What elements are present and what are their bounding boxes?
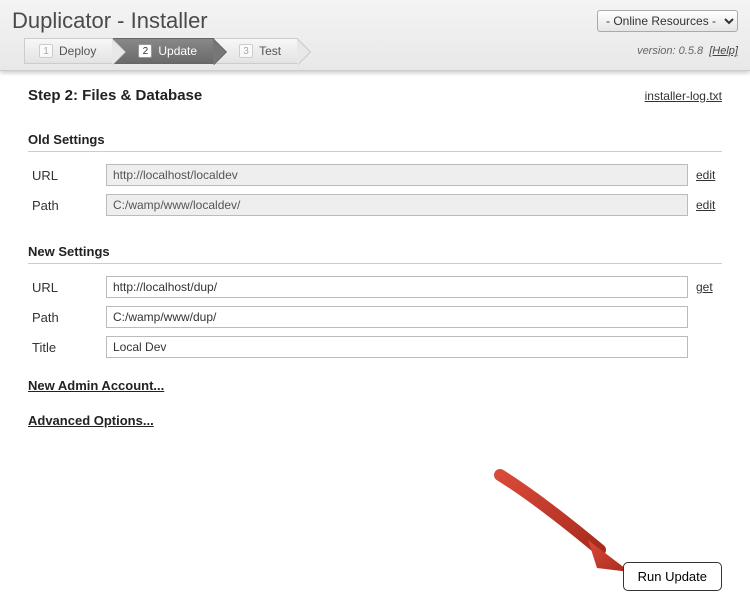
old-path-row: Path edit <box>28 194 722 216</box>
header: Duplicator - Installer - Online Resource… <box>0 0 750 71</box>
step-label: Update <box>158 38 197 64</box>
new-admin-account-link[interactable]: New Admin Account... <box>28 378 722 393</box>
new-url-get-link[interactable]: get <box>696 280 722 294</box>
old-url-edit-link[interactable]: edit <box>696 168 722 182</box>
step-label: Test <box>259 38 281 64</box>
installer-log-link[interactable]: installer-log.txt <box>645 89 722 103</box>
main-content: Step 2: Files & Database installer-log.t… <box>0 71 750 444</box>
new-path-label: Path <box>28 310 106 325</box>
new-url-input[interactable] <box>106 276 688 298</box>
new-settings-title: New Settings <box>28 244 722 264</box>
header-bottom: 1 Deploy 2 Update 3 Test version: 0.5.8 … <box>12 38 738 64</box>
old-path-edit-link[interactable]: edit <box>696 198 722 212</box>
help-link[interactable]: [Help] <box>709 45 738 57</box>
advanced-options-link[interactable]: Advanced Options... <box>28 413 722 428</box>
old-url-row: URL edit <box>28 164 722 186</box>
old-url-label: URL <box>28 168 106 183</box>
old-url-input <box>106 164 688 186</box>
wizard-step-deploy[interactable]: 1 Deploy <box>24 38 113 64</box>
wizard-steps: 1 Deploy 2 Update 3 Test <box>24 38 298 64</box>
new-url-row: URL get <box>28 276 722 298</box>
new-title-label: Title <box>28 340 106 355</box>
step-num: 1 <box>39 44 53 58</box>
old-path-label: Path <box>28 198 106 213</box>
step-heading: Step 2: Files & Database <box>28 87 202 104</box>
page-title: Duplicator - Installer <box>12 8 208 34</box>
old-settings-title: Old Settings <box>28 132 722 152</box>
wizard-step-update[interactable]: 2 Update <box>113 38 214 64</box>
step-num: 2 <box>138 44 152 58</box>
online-resources-dropdown[interactable]: - Online Resources - <box>597 10 738 32</box>
header-top: Duplicator - Installer - Online Resource… <box>12 8 738 34</box>
new-url-label: URL <box>28 280 106 295</box>
old-path-input <box>106 194 688 216</box>
run-update-button[interactable]: Run Update <box>623 562 722 591</box>
new-title-row: Title get <box>28 336 722 358</box>
step-label: Deploy <box>59 38 96 64</box>
new-path-input[interactable] <box>106 306 688 328</box>
new-path-row: Path get <box>28 306 722 328</box>
version-info: version: 0.5.8 [Help] <box>637 45 738 57</box>
new-title-input[interactable] <box>106 336 688 358</box>
step-num: 3 <box>239 44 253 58</box>
step-heading-row: Step 2: Files & Database installer-log.t… <box>28 87 722 104</box>
